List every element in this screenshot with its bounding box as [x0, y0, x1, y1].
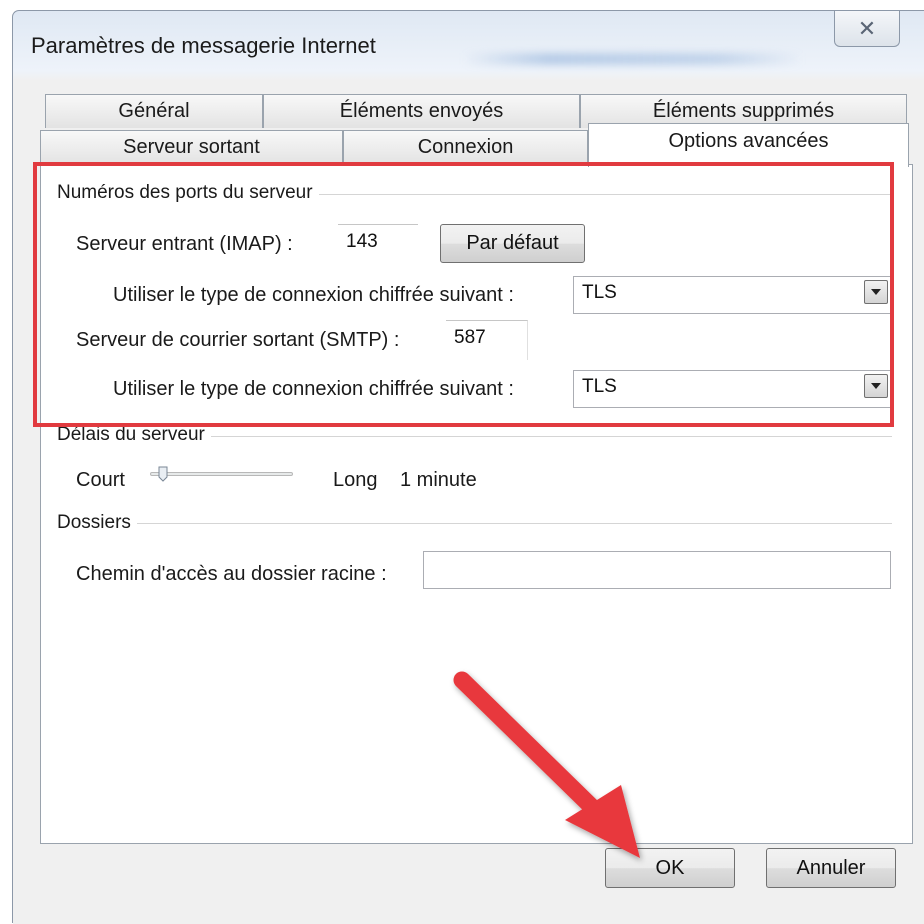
dropdown-button[interactable]	[864, 280, 888, 304]
group-divider	[60, 523, 892, 524]
outgoing-server-label: Serveur de courrier sortant (SMTP) :	[76, 329, 400, 351]
ports-group-title: Numéros des ports du serveur	[57, 182, 319, 204]
root-folder-path-input[interactable]	[423, 551, 891, 589]
root-folder-path-label: Chemin d'accès au dossier racine :	[76, 563, 387, 585]
ok-button[interactable]: OK	[605, 848, 735, 888]
default-ports-button[interactable]: Par défaut	[440, 224, 585, 263]
encryption-type-select-incoming[interactable]: TLS	[573, 276, 891, 314]
timeout-slider-track[interactable]	[150, 472, 293, 476]
timeout-value: 1 minute	[400, 469, 477, 491]
cancel-button[interactable]: Annuler	[766, 848, 896, 888]
chevron-down-icon	[871, 383, 881, 389]
dropdown-button[interactable]	[864, 374, 888, 398]
incoming-server-label: Serveur entrant (IMAP) :	[76, 233, 293, 255]
incoming-port-input[interactable]: 143	[338, 224, 418, 264]
timeout-group-title: Délais du serveur	[57, 424, 211, 446]
chevron-down-icon	[871, 289, 881, 295]
panel-content: Numéros des ports du serveur Serveur ent…	[0, 0, 924, 923]
encryption-type-label-outgoing: Utiliser le type de connexion chiffrée s…	[113, 378, 514, 400]
selected-encryption-outgoing: TLS	[582, 376, 617, 397]
folders-group-title: Dossiers	[57, 512, 137, 534]
timeout-slider-thumb[interactable]	[158, 466, 168, 482]
timeout-short-label: Court	[76, 469, 125, 491]
encryption-type-label-incoming: Utiliser le type de connexion chiffrée s…	[113, 284, 514, 306]
encryption-type-select-outgoing[interactable]: TLS	[573, 370, 891, 408]
selected-encryption-incoming: TLS	[582, 282, 617, 303]
outgoing-port-input[interactable]: 587	[446, 320, 528, 360]
timeout-long-label: Long	[333, 469, 378, 491]
